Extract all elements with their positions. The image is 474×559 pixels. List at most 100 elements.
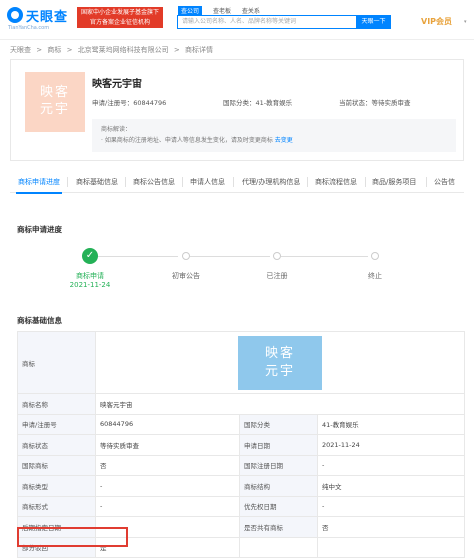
- banner-line1: 国家中小企业发展子基金旗下: [80, 9, 159, 16]
- tab-divider: [233, 177, 234, 187]
- progress-section-title: 商标申请进度: [17, 225, 62, 234]
- step-label-applied: 商标申请: [76, 272, 104, 280]
- trademark-name: 映客元宇宙: [92, 79, 142, 90]
- step-pending-icon: [273, 252, 281, 260]
- trademark-summary-card: 映客 元宇 映客元宇宙 申请/注册号：60844796 国际分类：41-教育娱乐…: [10, 59, 464, 161]
- table-key: 申请日期: [239, 434, 318, 456]
- table-value: 纯中文: [317, 475, 465, 497]
- step-label-registered: 已注册: [266, 272, 288, 280]
- search-button[interactable]: 天眼一下: [356, 15, 391, 29]
- tab-search-relation[interactable]: 查关系: [242, 6, 260, 15]
- change-link[interactable]: 去变更: [275, 137, 293, 144]
- tab-divider: [426, 177, 427, 187]
- table-row: 商标名称 映客元宇宙: [17, 393, 465, 415]
- table-key: 商标名称: [17, 393, 96, 415]
- step-label-preliminary: 初审公告: [172, 272, 200, 280]
- tab-announcement[interactable]: 公告信: [434, 171, 455, 193]
- banner-line2: 官方备案企业征信机构: [89, 19, 150, 26]
- tab-divider: [182, 177, 183, 187]
- table-value: -: [95, 475, 240, 497]
- tab-divider: [125, 177, 126, 187]
- table-value: 映客元宇宙: [95, 393, 465, 415]
- table-key: 申请/注册号: [17, 413, 96, 435]
- table-key: 是否共有商标: [239, 516, 318, 538]
- chevron-down-icon[interactable]: ▾: [464, 19, 467, 25]
- table-key: 商标结构: [239, 475, 318, 497]
- tab-announcement-info[interactable]: 商标公告信息: [133, 171, 175, 193]
- trademark-notice: 商标解读： · 如果商标的注册地址、申请人等信息发生变化，请及时变更商标 去变更: [92, 119, 456, 152]
- trademark-image-text: 映客: [264, 345, 295, 361]
- table-key: 商标状态: [17, 434, 96, 456]
- highlight-box: [17, 527, 128, 547]
- tab-applicant-info[interactable]: 申请人信息: [190, 171, 225, 193]
- table-row: 申请/注册号 60844796 国际分类 41-教育娱乐: [17, 413, 465, 435]
- tab-process-info[interactable]: 商标流程信息: [315, 171, 357, 193]
- current-status: 当前状态：等待实质审查: [339, 99, 411, 107]
- table-value: 60844796: [95, 413, 240, 435]
- notice-title: 商标解读：: [101, 126, 132, 133]
- trademark-image: 映客 元宇: [238, 335, 322, 390]
- tab-agency-info[interactable]: 代理/办理机构信息: [242, 171, 300, 193]
- table-key: 优先权日期: [239, 495, 318, 517]
- logo-url: TianYanCha.com: [8, 25, 50, 31]
- top-header: 天眼查 TianYanCha.com 国家中小企业发展子基金旗下 官方备案企业征…: [0, 0, 474, 40]
- progress-connector: [190, 256, 270, 257]
- international-class: 国际分类：41-教育娱乐: [223, 99, 293, 107]
- registration-number: 申请/注册号：60844796: [92, 99, 167, 107]
- table-row: 国际商标 否 国际注册日期 -: [17, 454, 465, 476]
- tab-search-company[interactable]: 查公司: [178, 6, 203, 15]
- table-key: 国际分类: [239, 413, 318, 435]
- breadcrumb-current: 商标详情: [185, 46, 214, 54]
- search-type-tabs: 查公司 查老板 查关系: [178, 6, 269, 15]
- trademark-image-cell: 映客 元宇: [95, 331, 465, 394]
- promo-banner[interactable]: 国家中小企业发展子基金旗下 官方备案企业征信机构: [77, 7, 163, 28]
- step-date-applied: 2021-11-24: [69, 281, 111, 289]
- detail-tabs: 商标申请进度 商标基础信息 商标公告信息 申请人信息 代理/办理机构信息 商标流…: [10, 171, 464, 194]
- tab-search-boss[interactable]: 查老板: [213, 6, 231, 15]
- breadcrumb-company[interactable]: 北京鹭莱坞网络科技有限公司: [78, 46, 169, 54]
- trademark-image-text: 映客: [39, 85, 70, 100]
- table-value: 41-教育娱乐: [317, 413, 465, 435]
- tab-divider: [365, 177, 366, 187]
- check-icon: ✓: [82, 248, 98, 264]
- progress-connector: [281, 256, 368, 257]
- progress-connector: [98, 256, 178, 257]
- step-label-terminated: 终止: [368, 272, 382, 280]
- breadcrumb-trademark[interactable]: 商标: [47, 46, 61, 54]
- vip-member-link[interactable]: VIP会员: [421, 16, 452, 27]
- tab-goods-services[interactable]: 商品/服务项目: [372, 171, 416, 193]
- table-row: 商标 映客 元宇: [17, 331, 465, 394]
- table-value: 等待实质审查: [95, 434, 240, 456]
- breadcrumb-separator: >: [66, 46, 73, 54]
- table-value: 否: [95, 454, 240, 476]
- table-value: 否: [317, 516, 465, 538]
- trademark-image-text: 元宇: [264, 363, 295, 379]
- logo-text[interactable]: 天眼查: [26, 6, 68, 25]
- table-value: -: [317, 495, 465, 517]
- table-value: -: [317, 454, 465, 476]
- step-pending-icon: [182, 252, 190, 260]
- table-row: 商标状态 等待实质审查 申请日期 2021-11-24: [17, 434, 465, 456]
- breadcrumb-separator: >: [173, 46, 180, 54]
- table-key: 商标: [17, 331, 96, 394]
- table-row: 商标类型 - 商标结构 纯中文: [17, 475, 465, 497]
- table-key: 国际注册日期: [239, 454, 318, 476]
- breadcrumb-separator: >: [36, 46, 43, 54]
- table-value: 2021-11-24: [317, 434, 465, 456]
- table-row: 商标形式 - 优先权日期 -: [17, 495, 465, 517]
- trademark-image-text: 元宇: [39, 102, 70, 117]
- table-empty: [317, 536, 465, 558]
- tab-application-progress[interactable]: 商标申请进度: [16, 171, 62, 194]
- breadcrumb-home[interactable]: 天眼查: [10, 46, 31, 54]
- trademark-image: 映客 元宇: [25, 72, 85, 132]
- tianyancha-logo-icon[interactable]: [7, 7, 23, 23]
- search-input[interactable]: 请输入公司名称、人名、品牌名称等关键词: [177, 15, 358, 29]
- tab-divider: [307, 177, 308, 187]
- tab-basic-info[interactable]: 商标基础信息: [76, 171, 118, 193]
- notice-body: · 如果商标的注册地址、申请人等信息发生变化，请及时变更商标: [101, 137, 273, 144]
- table-value: -: [95, 495, 240, 517]
- basic-info-section-title: 商标基础信息: [17, 316, 62, 325]
- breadcrumb: 天眼查 > 商标 > 北京鹭莱坞网络科技有限公司 > 商标详情: [10, 45, 216, 55]
- table-key: 商标形式: [17, 495, 96, 517]
- step-pending-icon: [371, 252, 379, 260]
